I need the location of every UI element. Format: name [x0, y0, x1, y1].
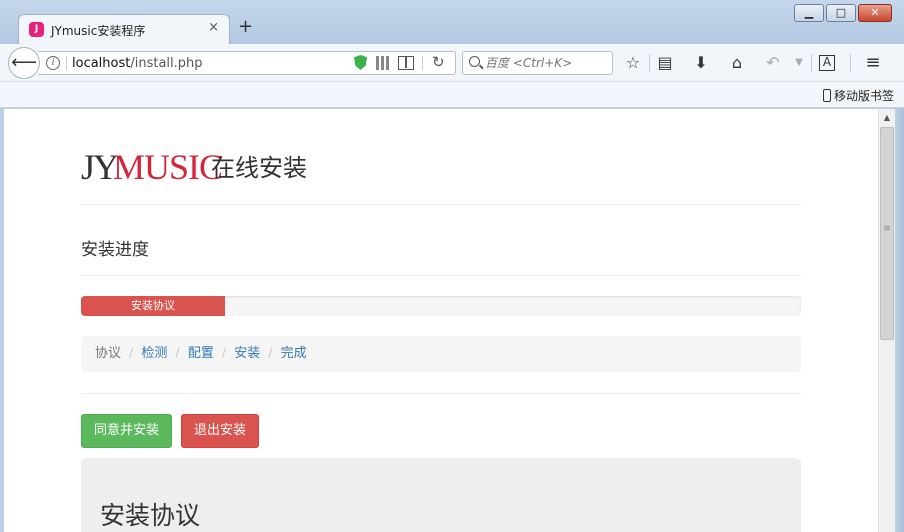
window-border — [895, 109, 904, 532]
font-size-icon[interactable]: A — [819, 55, 835, 71]
window-controls: ▁ □ ✕ — [794, 4, 892, 22]
scroll-thumb[interactable] — [880, 127, 894, 340]
close-icon: ✕ — [870, 6, 880, 19]
undo-icon[interactable]: ↶ — [762, 52, 784, 74]
agreement-panel: 安装协议 — [81, 458, 801, 532]
breadcrumb-separator: / — [221, 346, 227, 361]
progress-bar: 安装协议 — [81, 296, 225, 316]
browser-tab[interactable]: J JYmusic安装程序 × — [18, 14, 230, 44]
logo-music: MUSIC — [113, 147, 223, 187]
url-divider — [66, 56, 67, 70]
logo-suffix: 在线安装 — [211, 154, 307, 182]
breadcrumb: 协议 / 检测 / 配置 / 安装 / 完成 — [81, 336, 801, 372]
navigation-toolbar: i localhost/install.php ↻ ⟵ ☆ ▤ ⬇ ⌂ ↶ ▼ … — [0, 44, 904, 82]
qr-code-icon[interactable] — [376, 56, 390, 70]
breadcrumb-step[interactable]: 配置 — [188, 336, 214, 372]
search-input[interactable] — [485, 54, 609, 72]
tab-close-icon[interactable]: × — [208, 20, 219, 35]
home-icon[interactable]: ⌂ — [726, 52, 748, 74]
install-progress: 安装协议 — [81, 296, 801, 316]
maximize-button[interactable]: □ — [826, 4, 856, 22]
url-bar[interactable]: i localhost/install.php ↻ — [38, 51, 456, 75]
bookmarks-toolbar: 移动版书签 — [0, 82, 904, 108]
url-host: localhost — [72, 56, 131, 71]
divider — [81, 204, 801, 205]
menu-icon[interactable]: ≡ — [862, 52, 884, 74]
breadcrumb-separator: / — [268, 346, 273, 361]
new-tab-button[interactable]: + — [238, 18, 253, 36]
search-bar[interactable] — [462, 51, 613, 75]
breadcrumb-step: 协议 — [95, 346, 122, 361]
window-titlebar: J JYmusic安装程序 × + ▁ □ ✕ — [0, 0, 904, 44]
chevron-down-icon[interactable]: ▼ — [788, 52, 810, 74]
url-divider — [422, 56, 423, 70]
back-button[interactable]: ⟵ — [8, 47, 40, 79]
divider — [81, 393, 801, 394]
minimize-icon: ▁ — [804, 6, 814, 19]
breadcrumb-step[interactable]: 检测 — [141, 336, 167, 372]
breadcrumb-step[interactable]: 安装 — [234, 336, 260, 372]
mobile-bookmarks-label: 移动版书签 — [833, 89, 894, 103]
jymusic-favicon-icon: J — [29, 22, 44, 37]
tab-title: JYmusic安装程序 — [51, 24, 146, 38]
breadcrumb-step[interactable]: 完成 — [281, 336, 307, 372]
maximize-icon: □ — [835, 6, 847, 19]
reader-view-icon[interactable] — [398, 56, 414, 70]
progress-title: 安装进度 — [81, 240, 149, 260]
breadcrumb-separator: / — [175, 346, 180, 361]
vertical-scrollbar[interactable]: ▲ — [878, 109, 895, 532]
scroll-up-icon[interactable]: ▲ — [879, 109, 895, 126]
close-window-button[interactable]: ✕ — [858, 4, 892, 22]
page-viewport: JY MUSIC 在线安装 安装进度 安装协议 协议 / 检测 / 配置 / 安装 / 完成 同… — [4, 109, 878, 532]
back-arrow-icon: ⟵ — [11, 52, 37, 73]
reload-icon[interactable]: ↻ — [432, 53, 445, 71]
logo-jy: JY — [81, 147, 119, 187]
phone-icon — [822, 89, 831, 102]
toolbar-divider — [850, 54, 851, 72]
shield-icon[interactable] — [354, 55, 367, 70]
breadcrumb-separator: / — [129, 346, 134, 361]
url-text[interactable]: localhost/install.php — [72, 56, 203, 71]
site-info-icon[interactable]: i — [46, 56, 60, 70]
agreement-title: 安装协议 — [100, 501, 201, 530]
exit-install-button[interactable]: 退出安装 — [181, 414, 260, 448]
search-icon — [469, 56, 480, 67]
url-path: /install.php — [130, 56, 203, 71]
agree-install-button[interactable]: 同意并安装 — [81, 414, 173, 448]
download-icon[interactable]: ⬇ — [690, 52, 712, 74]
minimize-button[interactable]: ▁ — [794, 4, 824, 22]
mobile-bookmarks-button[interactable]: 移动版书签 — [822, 87, 894, 104]
clipboard-icon[interactable]: ▤ — [654, 52, 676, 74]
toolbar-divider — [649, 54, 650, 72]
divider — [81, 275, 801, 276]
bookmark-star-icon[interactable]: ☆ — [622, 52, 644, 74]
toolbar-divider — [811, 54, 812, 72]
